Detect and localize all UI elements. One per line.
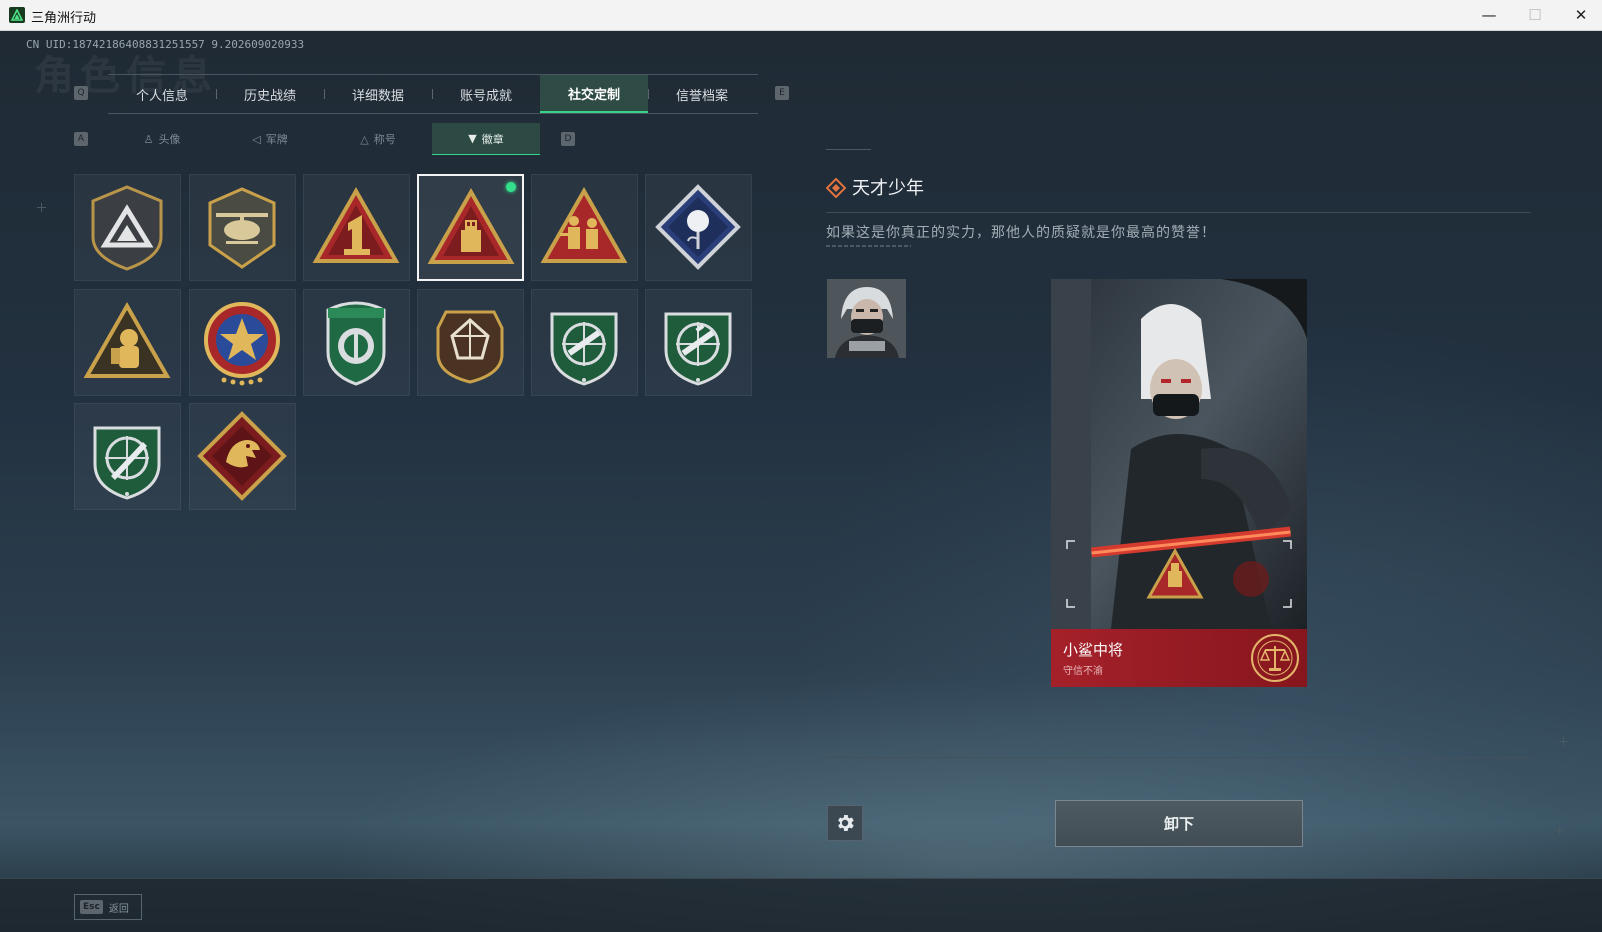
- subtab-badge-label: 徽章: [481, 132, 504, 146]
- badge-name: 天才少年: [852, 178, 924, 199]
- triangle-shield-badge-icon: [91, 185, 163, 271]
- crosshair-decoration: [1555, 826, 1564, 835]
- uid-label: CN UID:18742186408831251557 9.2026090209…: [26, 38, 305, 51]
- app-icon: [9, 7, 25, 23]
- gem-shield-badge-icon: [436, 310, 504, 384]
- prev-tab-key[interactable]: Q: [74, 86, 88, 100]
- tab-history[interactable]: 历史战绩: [216, 75, 324, 113]
- unequip-button[interactable]: 卸下: [1055, 800, 1303, 847]
- green-emblem-badge-icon: [326, 301, 386, 386]
- main-tabs: 个人信息 历史战绩 详细数据 账号成就 社交定制 信誉档案: [108, 74, 758, 114]
- dragon-diamond-badge-icon: [197, 411, 287, 501]
- title-icon: △: [360, 132, 369, 146]
- badge-slot[interactable]: [531, 174, 638, 281]
- soldiers-triangle-badge-icon: [540, 186, 628, 263]
- subtab-title-label: 称号: [373, 133, 396, 146]
- gear-icon: [838, 815, 854, 831]
- bottom-bar: Esc 返回: [0, 878, 1602, 932]
- rose-diamond-badge-icon: [655, 184, 741, 270]
- window-titlebar: 三角洲行动 — ☐ ✕: [0, 0, 1602, 31]
- rifle-crosshair-badge-icon: [550, 312, 618, 386]
- card-footer: 小鲨中将 守信不渝: [1051, 629, 1307, 687]
- subtab-avatar[interactable]: ♙ 头像: [108, 123, 216, 155]
- subtab-title[interactable]: △ 称号: [324, 123, 432, 155]
- badge-slot[interactable]: [74, 289, 181, 396]
- tab-details[interactable]: 详细数据: [324, 75, 432, 113]
- number-one-badge-icon: [312, 186, 400, 263]
- crosshair-decoration: [1559, 737, 1568, 746]
- crosshair-decoration: [37, 203, 46, 212]
- badge-slot[interactable]: [189, 174, 296, 281]
- card-artwork-image: [1051, 279, 1307, 629]
- settings-button[interactable]: [827, 805, 863, 841]
- subtab-dogtag-label: 军牌: [265, 133, 288, 146]
- helicopter-badge-icon: [208, 187, 276, 269]
- decoration-line: [826, 149, 871, 150]
- badge-slot[interactable]: [189, 289, 296, 396]
- divider: [826, 757, 1531, 758]
- subtab-dogtag[interactable]: ◁ 军牌: [216, 123, 324, 155]
- badge-slot[interactable]: [74, 403, 181, 510]
- card-player-name: 小鲨中将: [1063, 641, 1124, 659]
- person-icon: ♙: [143, 132, 154, 146]
- knife-crosshair-badge-icon: [93, 426, 161, 500]
- badge-description: 如果这是你真正的实力，那他人的质疑就是你最高的赞誉！: [826, 225, 1216, 241]
- next-tab-key[interactable]: E: [775, 86, 789, 100]
- game-viewport: 角色信息 CN UID:18742186408831251557 9.20260…: [0, 31, 1602, 932]
- divider: [826, 212, 1531, 213]
- tab-credit-record[interactable]: 信誉档案: [648, 75, 756, 113]
- back-label: 返回: [108, 903, 129, 915]
- avatar-portrait-image: [827, 279, 906, 358]
- subtab-badge[interactable]: ▼ 徽章: [432, 123, 540, 155]
- badge-slot[interactable]: [645, 289, 752, 396]
- badge-slot[interactable]: [417, 289, 524, 396]
- rifle-crosshair-badge-icon: [664, 312, 732, 386]
- esc-key-hint: Esc: [80, 900, 103, 914]
- close-button[interactable]: ✕: [1558, 0, 1602, 30]
- tab-profile[interactable]: 个人信息: [108, 75, 216, 113]
- card-player-subtitle: 守信不渝: [1063, 666, 1103, 677]
- profile-card: 小鲨中将 守信不渝: [1051, 279, 1307, 687]
- usb-triangle-badge-icon: [427, 187, 515, 264]
- equipped-indicator: [506, 182, 516, 192]
- scales-emblem-icon: [1251, 634, 1299, 682]
- minimize-button[interactable]: —: [1466, 0, 1512, 30]
- decoration-dots: [826, 245, 911, 247]
- badge-slot[interactable]: [74, 174, 181, 281]
- sub-tabs: ♙ 头像 ◁ 军牌 △ 称号 ▼ 徽章: [108, 123, 540, 155]
- back-button[interactable]: Esc 返回: [74, 894, 142, 920]
- tab-social-custom[interactable]: 社交定制: [540, 75, 648, 113]
- badge-icon: ▼: [468, 132, 477, 145]
- badge-slot[interactable]: [303, 174, 410, 281]
- avatar: [827, 279, 906, 358]
- next-subtab-key[interactable]: D: [561, 132, 575, 146]
- badge-slot[interactable]: [645, 174, 752, 281]
- badge-slot[interactable]: [303, 289, 410, 396]
- astronaut-triangle-badge-icon: [83, 301, 171, 378]
- tab-achievements[interactable]: 账号成就: [432, 75, 540, 113]
- star-medal-badge-icon: [204, 302, 280, 386]
- prev-subtab-key[interactable]: A: [74, 132, 88, 146]
- badge-slot-selected[interactable]: [417, 174, 524, 281]
- subtab-avatar-label: 头像: [158, 133, 181, 146]
- dogtag-icon: ◁: [252, 132, 261, 146]
- window-title: 三角洲行动: [31, 11, 97, 26]
- badge-slot[interactable]: [531, 289, 638, 396]
- maximize-button[interactable]: ☐: [1512, 0, 1558, 30]
- badge-type-icon: [826, 178, 846, 198]
- badge-slot[interactable]: [189, 403, 296, 510]
